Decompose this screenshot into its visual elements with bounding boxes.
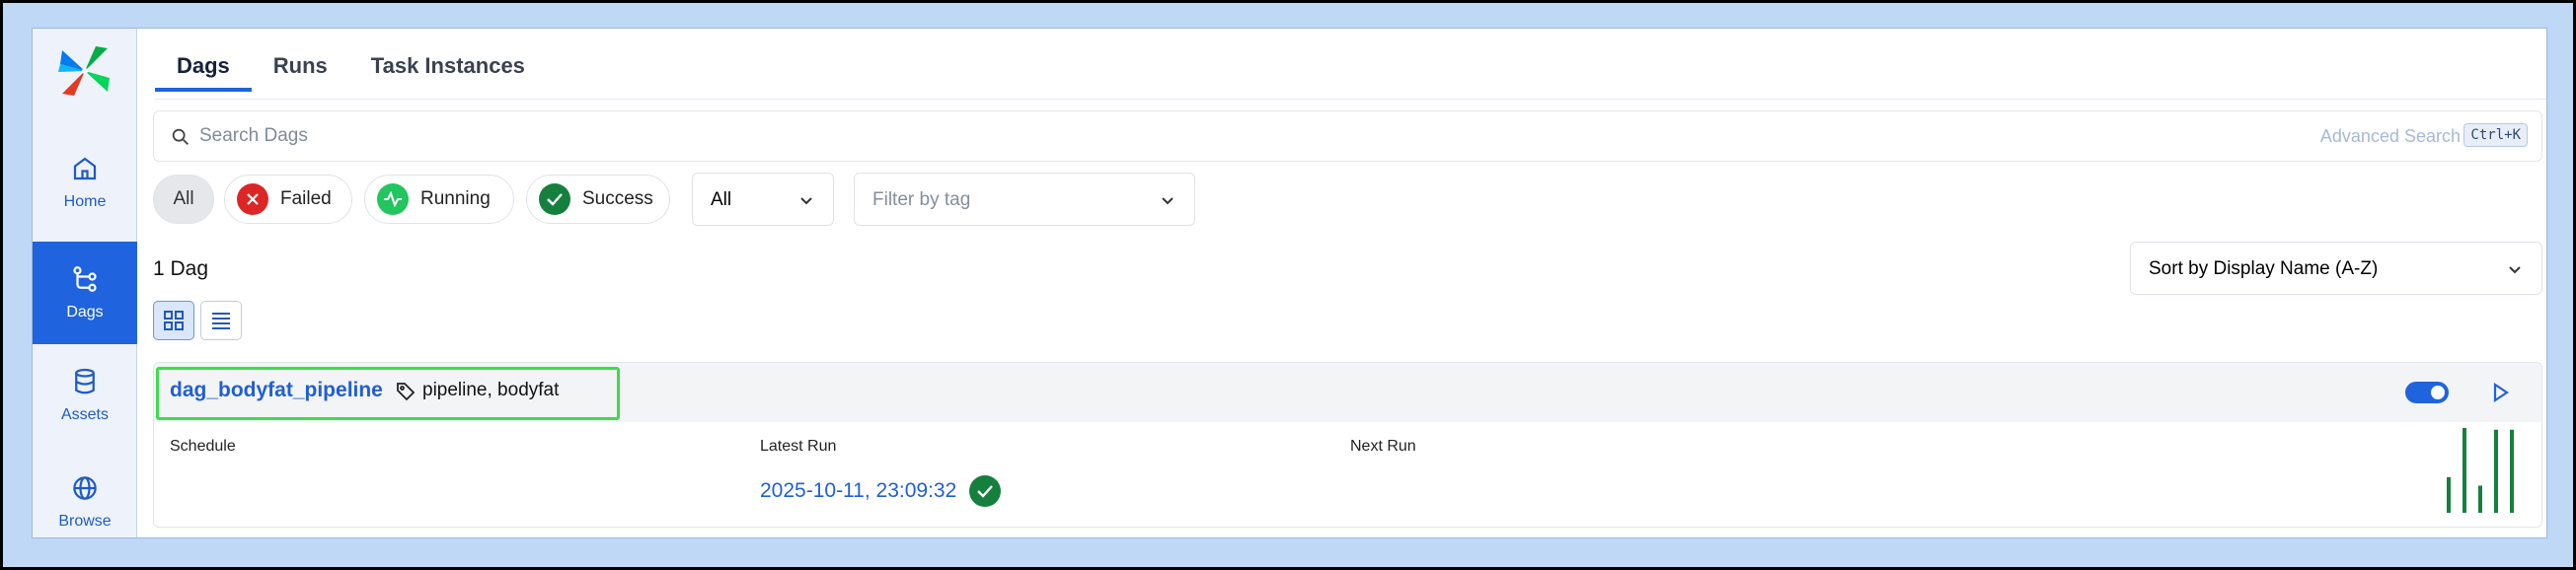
list-icon [212,313,230,329]
shortcut-badge: Ctrl+K [2463,123,2528,147]
database-icon [75,368,95,394]
sidebar-item-label: Browse [58,513,112,530]
filter-chip-success[interactable]: Success [526,175,670,224]
check-circle-icon [539,183,570,215]
x-circle-icon [237,183,268,215]
globe-icon [73,476,97,500]
recent-runs-chart [2447,428,2514,513]
sidebar-item-home[interactable]: Home [33,131,137,234]
sidebar-item-browse[interactable]: Browse [33,451,137,553]
search-bar[interactable]: Search Dags Advanced Search Ctrl+K [153,110,2542,162]
run-duration-bar[interactable] [2494,429,2498,513]
chip-label: Success [582,188,653,209]
tab-divider [155,99,2546,100]
sidebar-item-label: Dags [66,304,104,321]
filter-chip-failed[interactable]: Failed [224,175,352,224]
advanced-search-link[interactable]: Advanced Search [2320,126,2461,147]
dag-name-link[interactable]: dag_bodyfat_pipeline [170,379,383,402]
tag-filter-placeholder: Filter by tag [872,189,971,210]
card-view-button[interactable] [153,301,194,340]
home-icon [73,157,97,180]
filter-chip-running[interactable]: Running [364,175,514,224]
table-view-button[interactable] [200,301,242,340]
run-duration-bar[interactable] [2510,429,2514,513]
activity-icon [377,183,409,215]
paused-filter-select[interactable]: All [692,173,834,226]
chip-label: All [173,188,194,209]
next-run-label: Next Run [1350,438,1416,455]
grid-icon [164,311,184,330]
search-input[interactable]: Search Dags [199,125,308,147]
sort-select[interactable]: Sort by Display Name (A-Z) [2130,242,2542,295]
sidebar-item-dags[interactable]: Dags [33,242,137,344]
sidebar-item-label: Home [63,193,107,210]
airflow-app: Home Dags Assets Browse Dags Runs Task I… [32,28,2547,538]
tag-filter-select[interactable]: Filter by tag [854,173,1195,226]
tab-bar: Dags Runs Task Instances [155,50,547,92]
tab-runs[interactable]: Runs [252,50,349,92]
dag-pause-toggle[interactable] [2405,382,2449,403]
trigger-play-icon[interactable] [2488,381,2512,404]
run-duration-bar[interactable] [2447,476,2451,513]
sort-value: Sort by Display Name (A-Z) [2149,258,2379,279]
sidebar-item-label: Assets [60,406,109,423]
chevron-down-icon [2509,266,2521,274]
airflow-logo-icon[interactable] [56,42,114,100]
select-value: All [711,189,732,210]
dag-tags: pipeline, bodyfat [422,380,560,400]
latest-run-link[interactable]: 2025-10-11, 23:09:32 [760,479,956,503]
tab-task-instances[interactable]: Task Instances [349,50,547,92]
success-status-icon [969,475,1001,507]
chip-label: Failed [280,188,332,209]
dag-count: 1 Dag [153,257,209,280]
latest-run-label: Latest Run [760,438,837,455]
chip-label: Running [420,188,491,209]
sidebar-item-assets[interactable]: Assets [33,344,137,447]
chevron-down-icon [1162,197,1174,205]
search-icon [172,128,189,145]
tab-dags[interactable]: Dags [155,50,252,92]
dags-icon [73,266,97,292]
sidebar: Home Dags Assets Browse [33,29,137,537]
filter-chip-all[interactable]: All [153,175,214,224]
dag-card: dag_bodyfat_pipeline pipeline, bodyfat S… [153,362,2542,528]
run-duration-bar[interactable] [2478,485,2482,513]
tag-icon [397,383,416,401]
chevron-down-icon [800,197,812,205]
schedule-label: Schedule [170,438,236,455]
run-duration-bar[interactable] [2462,428,2466,513]
main-content: Dags Runs Task Instances Search Dags Adv… [137,29,2546,537]
